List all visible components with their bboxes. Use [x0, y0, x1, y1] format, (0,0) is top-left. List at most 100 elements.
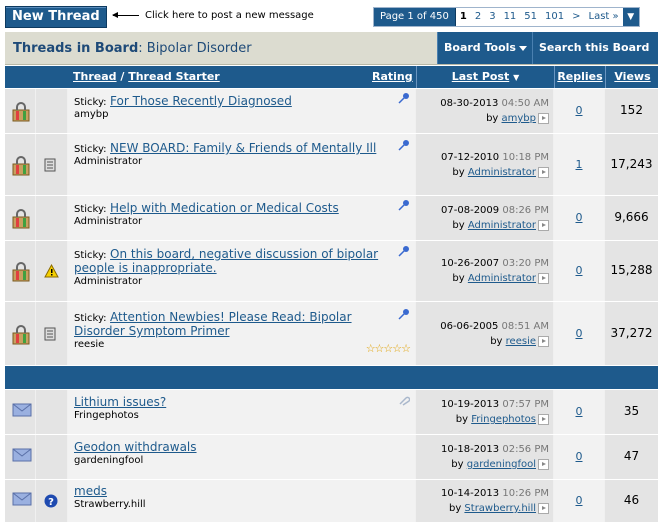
envelope-icon	[12, 448, 32, 465]
last-poster-link[interactable]: Administrator	[468, 220, 536, 231]
thread-title-link[interactable]: For Those Recently Diagnosed	[110, 94, 292, 108]
views-count: 37,272	[610, 326, 653, 340]
last-post-time: 08:51 AM	[501, 321, 549, 332]
sort-by-starter-link[interactable]: Thread Starter	[128, 70, 220, 83]
chevron-down-icon[interactable]: ▼	[622, 8, 639, 26]
thread-title-link[interactable]: meds	[74, 484, 107, 498]
views-count: 46	[623, 493, 640, 507]
last-post-date: 10-18-2013	[441, 444, 500, 455]
question-icon: ?	[44, 494, 58, 511]
pin-icon	[398, 308, 410, 320]
go-to-last-post-icon[interactable]	[538, 413, 549, 425]
sort-by-thread-link[interactable]: Thread	[73, 70, 117, 83]
last-poster-link[interactable]: Administrator	[468, 273, 536, 284]
pin-icon	[398, 139, 410, 151]
go-to-last-post-icon[interactable]	[538, 112, 549, 124]
last-post-cell: 07-12-2010 10:18 PM by Administrator	[441, 152, 549, 178]
last-post-time: 10:18 PM	[502, 152, 549, 163]
thread-title-link[interactable]: Attention Newbies! Please Read: Bipolar …	[74, 310, 352, 338]
replies-link[interactable]: 0	[576, 450, 583, 463]
replies-link[interactable]: 0	[576, 211, 583, 224]
thread-row: Sticky: Help with Medication or Medical …	[5, 196, 658, 241]
last-page-link[interactable]: Last »	[585, 8, 623, 26]
thread-starter: Administrator	[74, 156, 143, 167]
pagination: Page 1 of 450 1 2 3 11 51 101 > Last » ▼	[373, 7, 640, 27]
thread-row: ? meds Strawberry.hill 10-14-2013 10:26 PM b…	[5, 480, 658, 523]
go-to-last-post-icon[interactable]	[538, 335, 549, 347]
replies-link[interactable]: 0	[576, 327, 583, 340]
go-to-last-post-icon[interactable]	[538, 166, 549, 178]
sticky-label: Sticky:	[74, 250, 107, 261]
sort-by-replies-link[interactable]: Replies	[554, 66, 605, 88]
arrow-left-icon	[112, 11, 139, 18]
hint-text: Click here to post a new message	[145, 10, 314, 21]
thread-cell: Sticky: Attention Newbies! Please Read: …	[74, 310, 397, 350]
thread-title-link[interactable]: NEW BOARD: Family & Friends of Mentally …	[110, 141, 376, 155]
thread-row: Sticky: NEW BOARD: Family & Friends of M…	[5, 134, 658, 196]
pin-icon	[398, 92, 410, 104]
locked-folder-icon	[12, 102, 30, 125]
last-poster-link[interactable]: reesie	[506, 336, 536, 347]
new-thread-button[interactable]: New Thread	[5, 6, 107, 28]
last-post-time: 03:20 PM	[502, 258, 549, 269]
thread-title-link[interactable]: Lithium issues?	[74, 395, 166, 409]
last-poster-link[interactable]: gardeningfool	[467, 459, 536, 470]
last-post-time: 10:26 PM	[502, 488, 549, 499]
thread-cell: Lithium issues? Fringephotos	[74, 395, 397, 421]
note-icon	[44, 158, 56, 175]
sort-by-rating-link[interactable]: Rating	[372, 66, 413, 88]
last-post-date: 10-19-2013	[441, 399, 500, 410]
page-link[interactable]: 51	[520, 8, 541, 26]
thread-row: Sticky: Attention Newbies! Please Read: …	[5, 302, 658, 366]
page-link[interactable]: 2	[471, 8, 485, 26]
last-post-cell: 10-18-2013 02:56 PM by gardeningfool	[441, 444, 549, 470]
replies-link[interactable]: 0	[576, 494, 583, 507]
envelope-icon	[12, 403, 32, 420]
views-count: 9,666	[614, 210, 649, 224]
replies-link[interactable]: 0	[576, 405, 583, 418]
thread-title-link[interactable]: Geodon withdrawals	[74, 440, 197, 454]
views-count: 47	[623, 449, 640, 463]
page-link-current: 1	[459, 11, 467, 22]
board-tools-button[interactable]: Board Tools	[437, 32, 533, 64]
page-link[interactable]: 11	[500, 8, 521, 26]
sticky-divider	[5, 366, 658, 389]
board-title: Threads in Board: Bipolar Disorder	[13, 41, 252, 56]
svg-text:?: ?	[48, 497, 54, 508]
thread-cell: meds Strawberry.hill	[74, 484, 397, 510]
last-post-cell: 06-06-2005 08:51 AM by reesie	[440, 321, 549, 347]
last-post-cell: 10-14-2013 10:26 PM by Strawberry.hill	[441, 488, 549, 514]
search-board-button[interactable]: Search this Board	[532, 32, 658, 83]
board-header: Threads in Board: Bipolar Disorder Board…	[5, 32, 658, 83]
views-count: 15,288	[610, 263, 653, 277]
next-page-link[interactable]: >	[568, 8, 584, 26]
sort-by-last-post-link[interactable]: Last Post ▼	[416, 66, 554, 88]
page-link[interactable]: 101	[541, 8, 568, 26]
last-poster-link[interactable]: Administrator	[468, 167, 536, 178]
replies-link[interactable]: 1	[576, 158, 583, 171]
locked-folder-icon	[12, 262, 30, 285]
last-poster-link[interactable]: Fringephotos	[471, 414, 536, 425]
replies-link[interactable]: 0	[576, 264, 583, 277]
go-to-last-post-icon[interactable]	[538, 219, 549, 231]
note-icon	[44, 327, 56, 344]
last-post-date: 10-14-2013	[441, 488, 500, 499]
page-count-label: Page 1 of 450	[374, 8, 456, 26]
thread-starter: amybp	[74, 109, 109, 120]
thread-cell: Geodon withdrawals gardeningfool	[74, 440, 397, 466]
last-poster-link[interactable]: Strawberry.hill	[464, 503, 536, 514]
thread-title-link[interactable]: Help with Medication or Medical Costs	[110, 201, 339, 215]
page-link[interactable]: 3	[485, 8, 499, 26]
go-to-last-post-icon[interactable]	[538, 502, 549, 514]
sort-by-views-link[interactable]: Views	[605, 66, 658, 88]
sort-down-icon: ▼	[513, 73, 520, 82]
last-poster-link[interactable]: amybp	[502, 113, 536, 124]
views-count: 152	[620, 103, 643, 117]
go-to-last-post-icon[interactable]	[538, 272, 549, 284]
go-to-last-post-icon[interactable]	[538, 458, 549, 470]
last-post-date: 08-30-2013	[440, 98, 499, 109]
thread-title-link[interactable]: On this board, negative discussion of bi…	[74, 247, 378, 275]
replies-link[interactable]: 0	[576, 104, 583, 117]
warning-icon	[44, 263, 59, 281]
pin-icon	[398, 199, 410, 211]
